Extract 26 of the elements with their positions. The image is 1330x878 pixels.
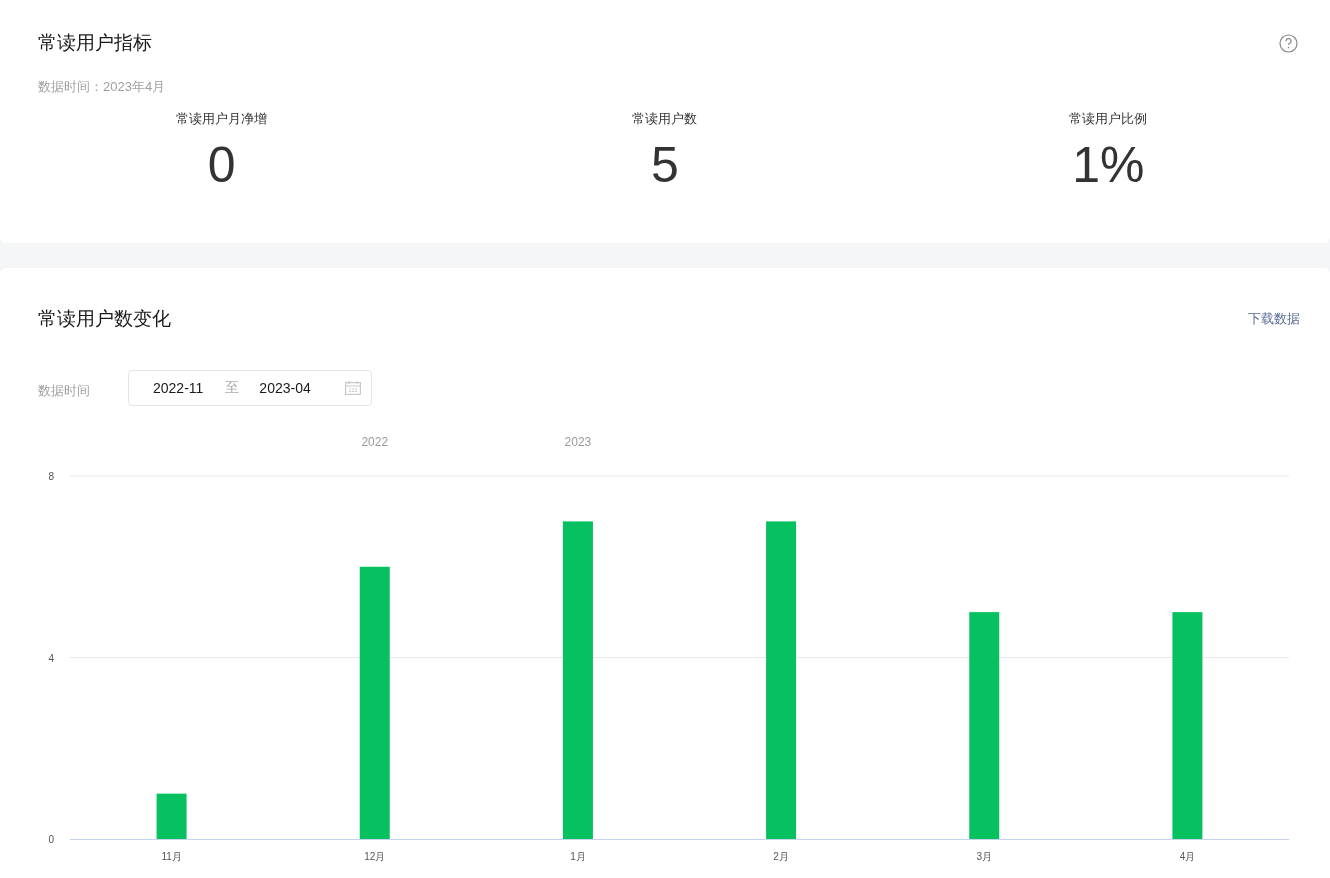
card-title: 常读用户指标 [38,31,152,55]
date-range-picker[interactable]: 2022-11 至 2023-04 [128,370,372,406]
download-data-link[interactable]: 下载数据 [1248,310,1300,328]
x-axis-label: 4月 [1179,851,1196,862]
y-axis-label: 0 [48,834,54,845]
metric-label: 常读用户月净增 [176,110,268,128]
metric-value: 5 [651,140,679,190]
filter-label: 数据时间 [38,382,90,400]
x-axis-label: 1月 [570,851,586,862]
year-label: 2022 [361,435,389,449]
data-time-text: 数据时间：2023年4月 [38,78,167,96]
calendar-icon [345,381,361,395]
card-title: 常读用户数变化 [38,307,171,331]
x-axis-label: 11月 [161,851,182,862]
x-axis-label: 12月 [364,851,386,862]
bar [156,793,187,839]
metric-label: 常读用户数 [632,110,698,128]
help-icon[interactable] [1279,33,1298,53]
year-label: 2023 [564,435,592,449]
x-axis-label: 3月 [976,851,993,862]
metric-value: 1% [1072,140,1145,190]
y-axis-label: 4 [48,652,54,664]
metric-label: 常读用户比例 [1069,110,1148,128]
metric-value: 0 [207,140,236,190]
y-axis-label: 8 [48,471,54,482]
x-axis-label: 2月 [773,851,789,862]
